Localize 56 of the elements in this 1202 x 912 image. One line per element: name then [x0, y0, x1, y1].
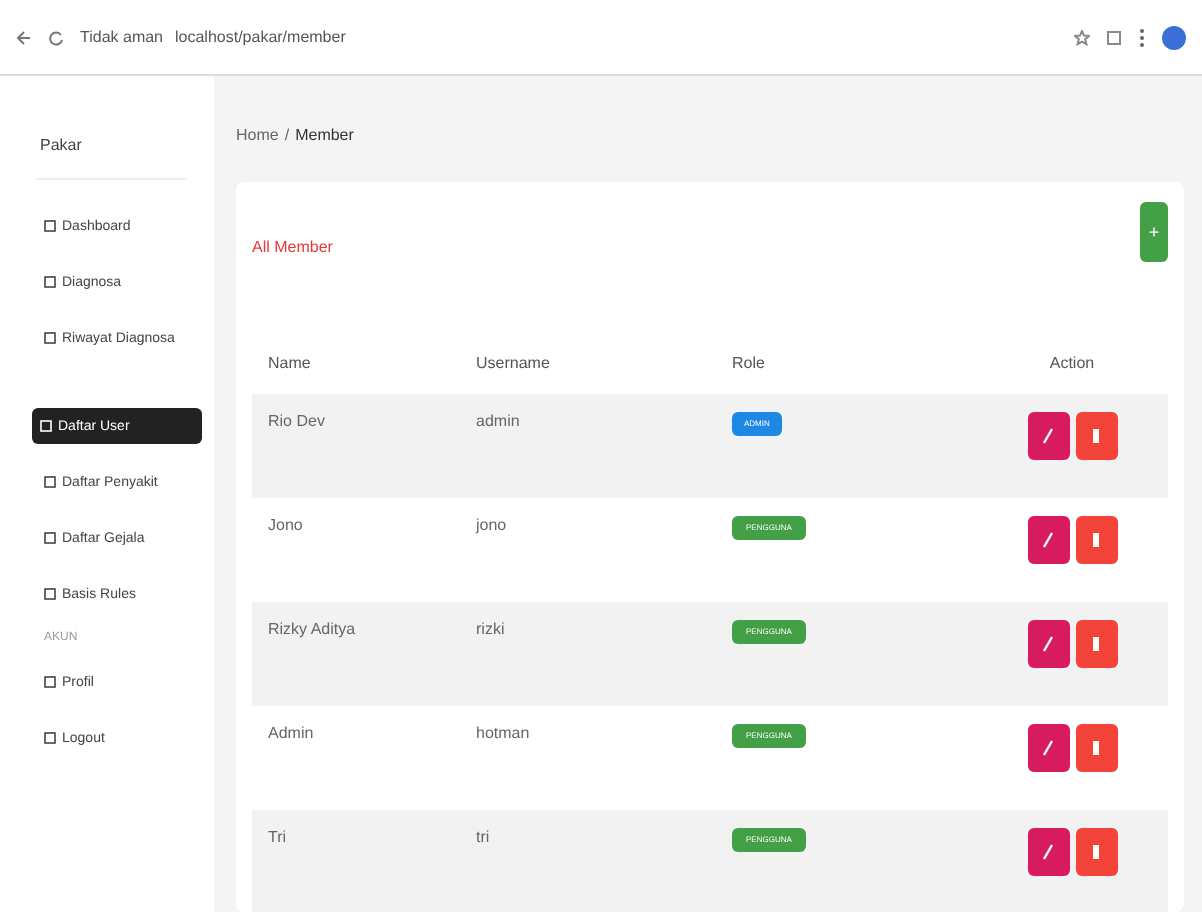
extension-icon[interactable]: [1106, 29, 1122, 45]
delete-button[interactable]: [1075, 412, 1117, 460]
reload-icon[interactable]: [48, 29, 64, 45]
trash-icon: [1092, 844, 1100, 860]
pencil-icon: [1042, 428, 1054, 444]
table-cell-text: Jono: [268, 516, 305, 534]
square-icon: [44, 532, 56, 544]
edit-button[interactable]: [1027, 620, 1069, 668]
delete-button[interactable]: [1075, 828, 1117, 876]
edit-button[interactable]: [1027, 412, 1069, 460]
table-cell-text: hotman: [476, 724, 532, 742]
table-cell-text: rizki: [476, 620, 507, 638]
delete-button[interactable]: [1075, 516, 1117, 564]
trash-icon: [1092, 428, 1100, 444]
square-icon: [44, 220, 56, 232]
column-header: Username: [476, 353, 552, 371]
breadcrumb-link[interactable]: Home: [236, 125, 279, 143]
edit-button[interactable]: [1027, 516, 1069, 564]
table-cell-text: Tri: [268, 828, 289, 846]
square-icon: [44, 676, 56, 688]
pencil-icon: [1042, 532, 1054, 548]
avatar-icon[interactable]: [1162, 25, 1186, 49]
breadcrumb-separator: /: [284, 125, 290, 143]
trash-icon: [1092, 740, 1100, 756]
menu-icon[interactable]: [1138, 27, 1146, 47]
square-icon: [44, 588, 56, 600]
pencil-icon: [1042, 844, 1054, 860]
pencil-icon: [1042, 740, 1054, 756]
breadcrumb-current: Member: [295, 125, 354, 143]
column-header: Role: [732, 353, 767, 371]
delete-button[interactable]: [1075, 724, 1117, 772]
square-icon: [44, 332, 56, 344]
trash-icon: [1092, 532, 1100, 548]
delete-button[interactable]: [1075, 620, 1117, 668]
square-icon: [44, 732, 56, 744]
pencil-icon: [1042, 636, 1054, 652]
table-cell-text: Rio Dev: [268, 412, 327, 430]
star-icon[interactable]: [1074, 29, 1090, 45]
url-text[interactable]: localhost/pakar/member: [175, 28, 346, 46]
table-cell-text: Admin: [268, 724, 316, 742]
card-title: All Member: [252, 238, 333, 256]
column-header: Action: [1047, 353, 1097, 371]
brand-title: Pakar: [40, 136, 84, 154]
security-label[interactable]: Tidak aman: [80, 28, 163, 46]
edit-button[interactable]: [1027, 828, 1069, 876]
trash-icon: [1092, 636, 1100, 652]
table-cell-text: tri: [476, 828, 492, 846]
back-icon[interactable]: [16, 29, 32, 45]
table-cell-text: Rizky Aditya: [268, 620, 358, 638]
square-icon: [44, 476, 56, 488]
column-header: Name: [268, 353, 313, 371]
square-icon: [44, 276, 56, 288]
edit-button[interactable]: [1027, 724, 1069, 772]
table-cell-text: jono: [476, 516, 509, 534]
table-cell-text: admin: [476, 412, 522, 430]
square-icon: [40, 420, 52, 432]
